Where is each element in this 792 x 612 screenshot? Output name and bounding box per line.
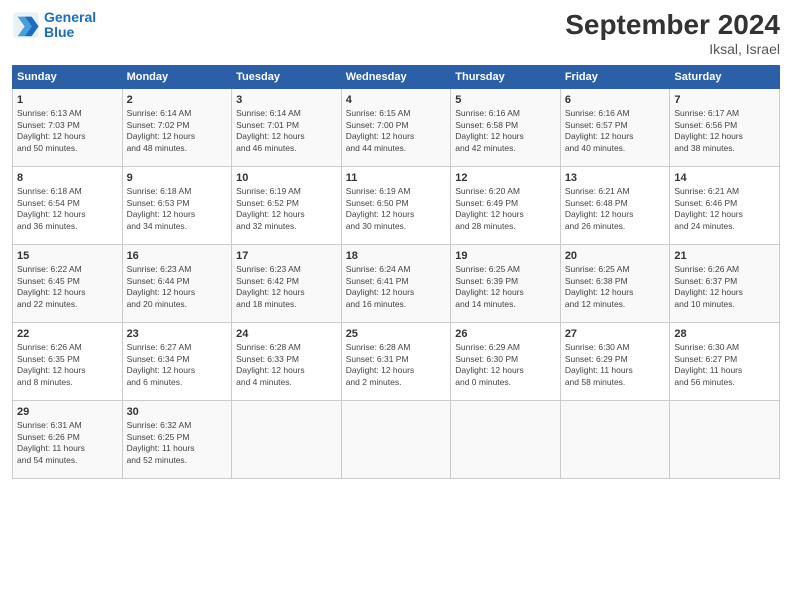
col-thursday: Thursday [451, 65, 561, 88]
table-row: 24Sunrise: 6:28 AMSunset: 6:33 PMDayligh… [232, 322, 342, 400]
logo-general: General [44, 9, 96, 25]
week-row-1: 1Sunrise: 6:13 AMSunset: 7:03 PMDaylight… [13, 88, 780, 166]
table-row: 18Sunrise: 6:24 AMSunset: 6:41 PMDayligh… [341, 244, 451, 322]
logo-text: General Blue [44, 10, 96, 41]
table-row [451, 400, 561, 478]
table-row: 20Sunrise: 6:25 AMSunset: 6:38 PMDayligh… [560, 244, 670, 322]
table-row [232, 400, 342, 478]
calendar-subtitle: Iksal, Israel [565, 41, 780, 57]
table-row: 26Sunrise: 6:29 AMSunset: 6:30 PMDayligh… [451, 322, 561, 400]
table-row [560, 400, 670, 478]
table-row: 25Sunrise: 6:28 AMSunset: 6:31 PMDayligh… [341, 322, 451, 400]
logo-blue: Blue [44, 24, 74, 40]
week-row-5: 29Sunrise: 6:31 AMSunset: 6:26 PMDayligh… [13, 400, 780, 478]
table-row: 13Sunrise: 6:21 AMSunset: 6:48 PMDayligh… [560, 166, 670, 244]
table-row [341, 400, 451, 478]
table-row: 14Sunrise: 6:21 AMSunset: 6:46 PMDayligh… [670, 166, 780, 244]
logo-icon [12, 11, 40, 39]
col-saturday: Saturday [670, 65, 780, 88]
header: General Blue September 2024 Iksal, Israe… [12, 10, 780, 57]
week-row-2: 8Sunrise: 6:18 AMSunset: 6:54 PMDaylight… [13, 166, 780, 244]
table-row: 30Sunrise: 6:32 AMSunset: 6:25 PMDayligh… [122, 400, 232, 478]
col-friday: Friday [560, 65, 670, 88]
table-row: 29Sunrise: 6:31 AMSunset: 6:26 PMDayligh… [13, 400, 123, 478]
logo: General Blue [12, 10, 96, 41]
table-row [670, 400, 780, 478]
table-row: 8Sunrise: 6:18 AMSunset: 6:54 PMDaylight… [13, 166, 123, 244]
table-row: 7Sunrise: 6:17 AMSunset: 6:56 PMDaylight… [670, 88, 780, 166]
table-row: 2Sunrise: 6:14 AMSunset: 7:02 PMDaylight… [122, 88, 232, 166]
table-row: 22Sunrise: 6:26 AMSunset: 6:35 PMDayligh… [13, 322, 123, 400]
table-row: 17Sunrise: 6:23 AMSunset: 6:42 PMDayligh… [232, 244, 342, 322]
col-tuesday: Tuesday [232, 65, 342, 88]
page: General Blue September 2024 Iksal, Israe… [0, 0, 792, 612]
table-row: 1Sunrise: 6:13 AMSunset: 7:03 PMDaylight… [13, 88, 123, 166]
table-row: 6Sunrise: 6:16 AMSunset: 6:57 PMDaylight… [560, 88, 670, 166]
week-row-4: 22Sunrise: 6:26 AMSunset: 6:35 PMDayligh… [13, 322, 780, 400]
table-row: 11Sunrise: 6:19 AMSunset: 6:50 PMDayligh… [341, 166, 451, 244]
calendar-title: September 2024 [565, 10, 780, 41]
table-row: 10Sunrise: 6:19 AMSunset: 6:52 PMDayligh… [232, 166, 342, 244]
table-row: 19Sunrise: 6:25 AMSunset: 6:39 PMDayligh… [451, 244, 561, 322]
table-row: 5Sunrise: 6:16 AMSunset: 6:58 PMDaylight… [451, 88, 561, 166]
calendar-table: Sunday Monday Tuesday Wednesday Thursday… [12, 65, 780, 479]
col-monday: Monday [122, 65, 232, 88]
table-row: 4Sunrise: 6:15 AMSunset: 7:00 PMDaylight… [341, 88, 451, 166]
col-wednesday: Wednesday [341, 65, 451, 88]
title-block: September 2024 Iksal, Israel [565, 10, 780, 57]
table-row: 27Sunrise: 6:30 AMSunset: 6:29 PMDayligh… [560, 322, 670, 400]
col-sunday: Sunday [13, 65, 123, 88]
table-row: 23Sunrise: 6:27 AMSunset: 6:34 PMDayligh… [122, 322, 232, 400]
week-row-3: 15Sunrise: 6:22 AMSunset: 6:45 PMDayligh… [13, 244, 780, 322]
calendar-body: 1Sunrise: 6:13 AMSunset: 7:03 PMDaylight… [13, 88, 780, 478]
table-row: 28Sunrise: 6:30 AMSunset: 6:27 PMDayligh… [670, 322, 780, 400]
table-row: 9Sunrise: 6:18 AMSunset: 6:53 PMDaylight… [122, 166, 232, 244]
table-row: 15Sunrise: 6:22 AMSunset: 6:45 PMDayligh… [13, 244, 123, 322]
table-row: 21Sunrise: 6:26 AMSunset: 6:37 PMDayligh… [670, 244, 780, 322]
table-row: 12Sunrise: 6:20 AMSunset: 6:49 PMDayligh… [451, 166, 561, 244]
table-row: 3Sunrise: 6:14 AMSunset: 7:01 PMDaylight… [232, 88, 342, 166]
table-row: 16Sunrise: 6:23 AMSunset: 6:44 PMDayligh… [122, 244, 232, 322]
header-row: Sunday Monday Tuesday Wednesday Thursday… [13, 65, 780, 88]
